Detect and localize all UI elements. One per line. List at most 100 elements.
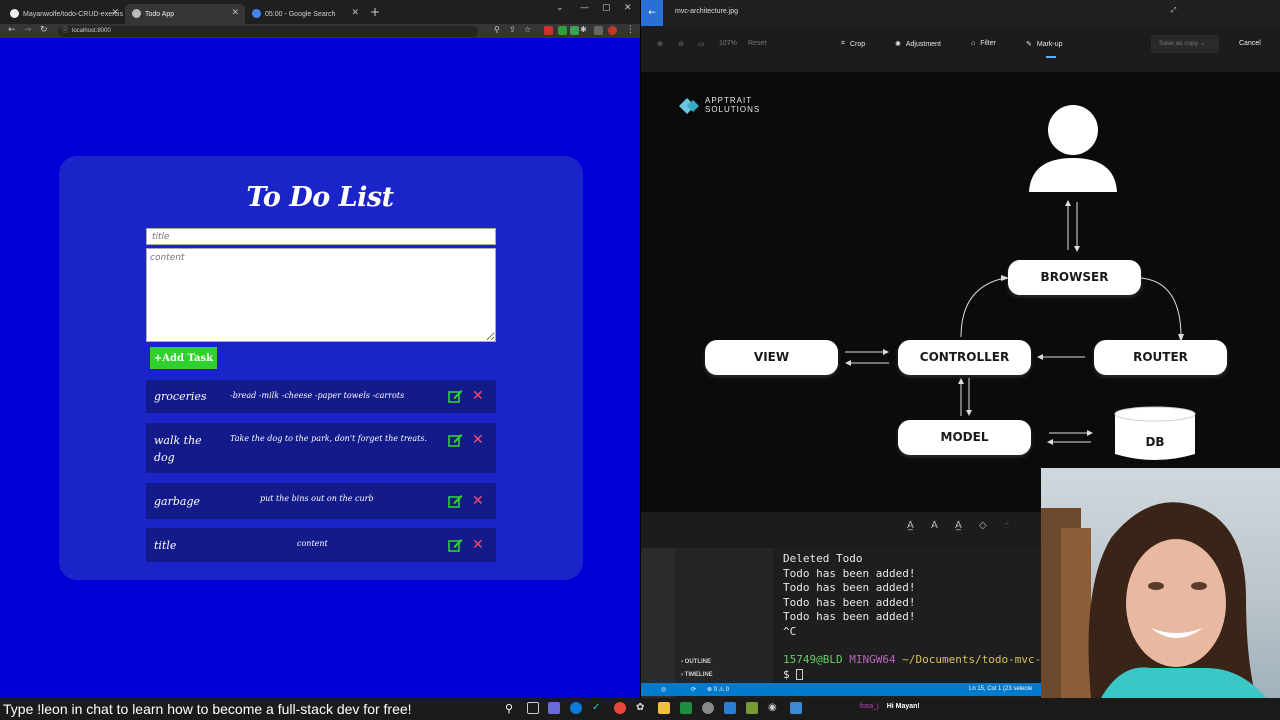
profile-avatar[interactable] bbox=[608, 26, 617, 35]
crop-label: Crop bbox=[849, 40, 866, 48]
close-icon[interactable]: ✕ bbox=[111, 7, 119, 18]
todo-title: title bbox=[154, 539, 177, 552]
url-field[interactable]: ⓘ localhost:8000 bbox=[58, 26, 478, 37]
reset-button[interactable]: Reset bbox=[748, 40, 766, 47]
todo-content: Take the dog to the park, don't forget t… bbox=[230, 434, 428, 443]
obs-icon[interactable]: ◉ bbox=[768, 702, 780, 714]
folder-icon[interactable] bbox=[658, 702, 670, 714]
menu-icon[interactable]: ⋮ bbox=[626, 25, 635, 35]
minimize-icon[interactable]: — bbox=[580, 3, 589, 13]
edit-icon[interactable] bbox=[448, 494, 463, 508]
zoom-out-icon[interactable]: ⊖ bbox=[678, 40, 684, 48]
timeline-section[interactable]: › TIMELINE bbox=[681, 672, 713, 678]
sync-icon[interactable]: ⟳ bbox=[691, 686, 696, 693]
tab-github[interactable]: Mayanwolfe/todo-CRUD-exercis ✕ bbox=[3, 4, 125, 24]
new-tab-icon[interactable]: + bbox=[370, 5, 380, 19]
tab-label: 05:00 - Google Search bbox=[265, 10, 336, 18]
browser-node: BROWSER bbox=[1008, 260, 1141, 295]
eraser-icon[interactable]: ◇ bbox=[979, 520, 987, 531]
chevron-right-icon: › bbox=[681, 659, 683, 665]
edit-icon[interactable] bbox=[448, 538, 463, 552]
terminal-input-line[interactable]: $ bbox=[783, 668, 1048, 683]
extension-icon[interactable] bbox=[570, 26, 579, 35]
settings-gear-icon[interactable] bbox=[702, 702, 714, 714]
filter-button[interactable]: ⌂ Filter bbox=[971, 40, 996, 47]
openai-icon[interactable]: ✿ bbox=[636, 702, 648, 714]
tab-search-icon[interactable]: ⌄ bbox=[556, 3, 564, 13]
close-icon[interactable]: ✕ bbox=[231, 7, 239, 18]
zoom-in-icon[interactable]: ⊕ bbox=[657, 40, 663, 48]
search-icon[interactable]: ⚲ bbox=[505, 702, 517, 715]
photos-app: ← mvc-architecture.jpg ⤢ ⊕ ⊖ ▭ 107% Rese… bbox=[641, 0, 1280, 548]
extension-icon[interactable] bbox=[544, 26, 553, 35]
vscode-icon[interactable] bbox=[724, 702, 736, 714]
title-input[interactable] bbox=[146, 228, 496, 245]
tab-todo-app[interactable]: Todo App ✕ bbox=[125, 4, 245, 24]
problems-indicator[interactable]: ⊗ 0 ⚠ 0 bbox=[707, 686, 729, 693]
notepad-icon[interactable] bbox=[746, 702, 758, 714]
photos-app-icon[interactable] bbox=[790, 702, 802, 714]
github-icon bbox=[10, 9, 19, 18]
tab-label: Mayanwolfe/todo-CRUD-exercis bbox=[23, 10, 123, 18]
edit-icon[interactable] bbox=[448, 433, 463, 447]
delete-icon[interactable]: ✕ bbox=[472, 538, 484, 552]
maximize-icon[interactable]: ▢ bbox=[602, 3, 611, 13]
delete-icon[interactable]: ✕ bbox=[472, 494, 484, 508]
forward-icon[interactable]: → bbox=[24, 25, 32, 35]
close-icon[interactable]: ✕ bbox=[351, 7, 359, 18]
todo-content: put the bins out on the curb bbox=[260, 494, 374, 503]
browser-window: Mayanwolfe/todo-CRUD-exercis ✕ Todo App … bbox=[0, 0, 640, 698]
extensions-puzzle-icon[interactable]: ✱ bbox=[580, 25, 587, 34]
edit-icon[interactable] bbox=[448, 389, 463, 403]
stream-ticker: Type !leon in chat to learn how to becom… bbox=[3, 701, 412, 717]
chat-app-icon[interactable] bbox=[548, 702, 560, 714]
window-close-icon[interactable]: ✕ bbox=[624, 3, 632, 13]
outline-section[interactable]: › OUTLINE bbox=[681, 659, 711, 665]
checkmark-app-icon[interactable]: ✓ bbox=[592, 702, 604, 714]
markup-button[interactable]: ✎ Mark-up bbox=[1026, 40, 1063, 49]
edge-icon[interactable] bbox=[570, 702, 582, 714]
terminal-line: Todo has been added! bbox=[783, 566, 916, 580]
delete-icon[interactable]: ✕ bbox=[472, 389, 484, 403]
crop-button[interactable]: ⌗ Crop bbox=[841, 40, 865, 48]
bookmark-star-icon[interactable]: ☆ bbox=[524, 25, 531, 34]
prompt-symbol: $ bbox=[783, 667, 790, 681]
zoom-icon[interactable]: ⚲ bbox=[494, 25, 500, 34]
fullscreen-icon[interactable]: ⤢ bbox=[1171, 7, 1177, 15]
sidebar-icon[interactable] bbox=[594, 26, 603, 35]
chrome-icon[interactable] bbox=[614, 702, 626, 714]
cursor-position[interactable]: Ln 15, Col 1 (23 selecte bbox=[969, 686, 1032, 692]
ballpoint-pen-icon[interactable]: A̲ bbox=[907, 520, 914, 531]
highlighter-icon[interactable]: A̲ bbox=[955, 520, 962, 531]
todo-content: content bbox=[297, 539, 328, 548]
excel-icon[interactable] bbox=[680, 702, 692, 714]
adjustment-button[interactable]: ✺ Adjustment bbox=[895, 40, 941, 49]
terminal-output[interactable]: Deleted Todo Todo has been added! Todo has… bbox=[783, 552, 1048, 682]
delete-icon[interactable]: ✕ bbox=[472, 433, 484, 447]
back-icon[interactable]: ← bbox=[8, 25, 16, 35]
terminal-prompt: 15749@BLD MINGW64 ~/Documents/todo-mvc-e bbox=[783, 653, 1048, 668]
model-node: MODEL bbox=[898, 420, 1031, 455]
address-bar: ← → ↻ ⓘ localhost:8000 ⚲ ⇪ ☆ ✱ ⋮ bbox=[0, 24, 640, 38]
touch-write-icon[interactable]: ☝ bbox=[1003, 520, 1009, 531]
task-view-icon[interactable] bbox=[527, 702, 539, 714]
todo-item: groceries -bread -milk -cheese -paper to… bbox=[146, 380, 496, 413]
tab-bar: Mayanwolfe/todo-CRUD-exercis ✕ Todo App … bbox=[0, 0, 640, 24]
fit-icon[interactable]: ▭ bbox=[698, 40, 705, 48]
tab-google-search[interactable]: 05:00 - Google Search ✕ bbox=[245, 4, 365, 24]
back-icon[interactable]: ← bbox=[641, 0, 663, 26]
cancel-button[interactable]: Cancel bbox=[1239, 40, 1261, 47]
content-textarea[interactable] bbox=[146, 248, 496, 342]
reload-icon[interactable]: ↻ bbox=[40, 25, 48, 35]
timeline-label: TIMELINE bbox=[684, 672, 713, 678]
filter-label: Filter bbox=[980, 40, 996, 47]
todo-item: walk the dog Take the dog to the park, d… bbox=[146, 423, 496, 473]
save-as-copy-button[interactable]: Save as copy ⌄ bbox=[1151, 35, 1219, 53]
extension-icon[interactable] bbox=[558, 26, 567, 35]
add-task-label: +Add Task bbox=[153, 352, 214, 364]
terminal-line: Todo has been added! bbox=[783, 610, 916, 623]
share-icon[interactable]: ⇪ bbox=[509, 25, 516, 34]
bell-icon[interactable]: ◎ bbox=[661, 686, 666, 693]
pencil-icon[interactable]: A bbox=[931, 520, 938, 531]
add-task-button[interactable]: +Add Task bbox=[150, 347, 217, 369]
